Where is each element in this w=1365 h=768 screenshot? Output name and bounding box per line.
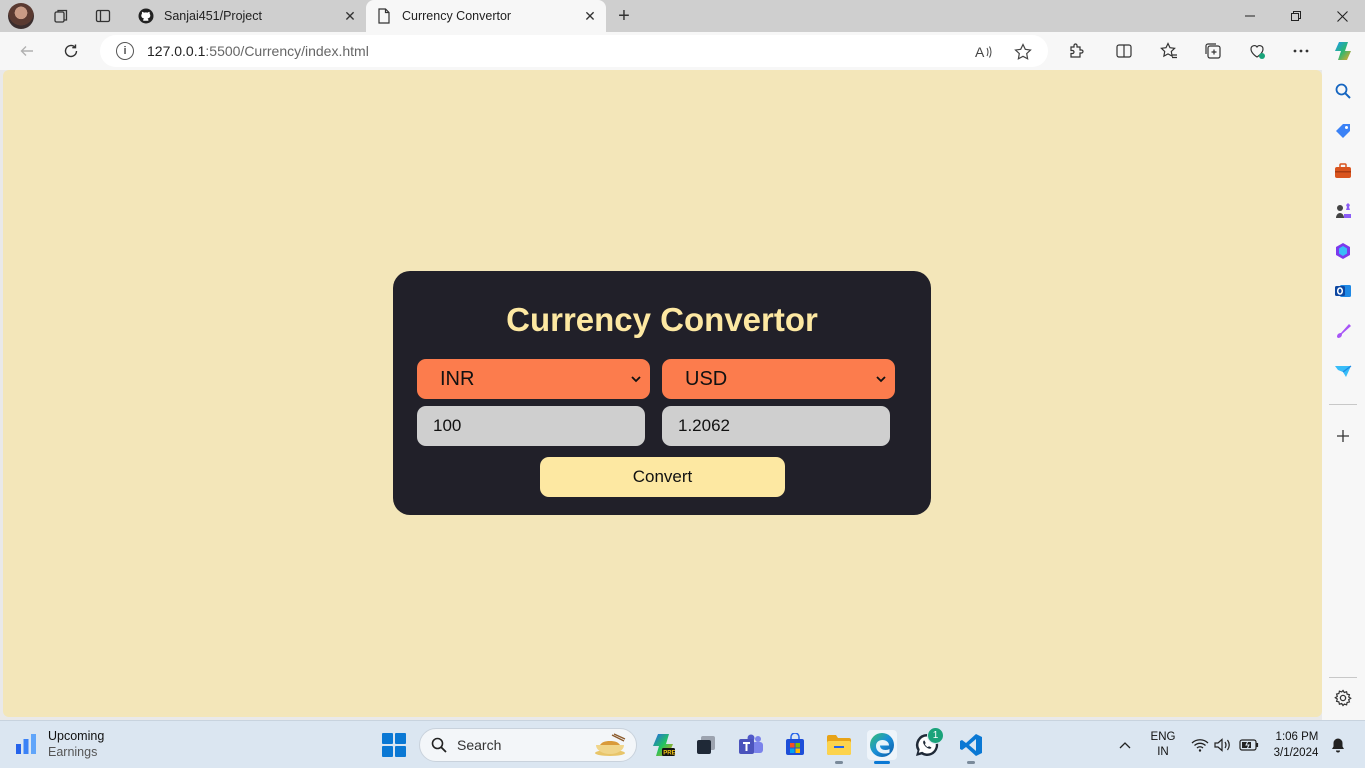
split-screen-icon[interactable]	[1110, 37, 1138, 65]
tab-title: Sanjai451/Project	[164, 9, 262, 23]
edge-app-icon[interactable]	[867, 730, 897, 764]
to-currency-select[interactable]: USD	[662, 359, 895, 399]
volume-icon[interactable]	[1213, 721, 1233, 768]
games-icon[interactable]	[1333, 201, 1353, 221]
tools-briefcase-icon[interactable]	[1333, 161, 1353, 181]
restore-icon[interactable]	[1273, 0, 1319, 32]
chevron-down-icon	[873, 372, 889, 386]
address-bar[interactable]: i 127.0.0.1:5500/Currency/index.html A	[100, 35, 1048, 67]
extensions-icon[interactable]	[1062, 37, 1090, 65]
clock-time: 1:06 PM	[1275, 731, 1319, 743]
notification-bell-icon[interactable]	[1328, 721, 1348, 768]
favorites-icon[interactable]	[1155, 37, 1183, 65]
microsoft-store-app-icon[interactable]	[780, 730, 810, 760]
search-label: Search	[457, 737, 502, 753]
converter-card: Currency Convertor INR USD 100 1.2062 Co…	[393, 271, 931, 515]
vscode-app-icon[interactable]	[956, 730, 986, 764]
tab-github-project[interactable]: Sanjai451/Project ✕	[128, 0, 366, 32]
windows-logo-icon	[382, 733, 393, 744]
sidebar-settings-gear-icon[interactable]	[1333, 688, 1353, 708]
page-icon	[376, 8, 392, 24]
copilot-preview-app-icon[interactable]: PRE	[648, 730, 678, 760]
search-icon[interactable]	[1333, 81, 1353, 101]
microsoft365-icon[interactable]	[1333, 241, 1353, 261]
minimize-icon[interactable]	[1227, 0, 1273, 32]
show-hidden-icons-chevron-up-icon[interactable]	[1114, 721, 1136, 768]
widget-subtitle: Earnings	[48, 745, 98, 759]
convert-button[interactable]: Convert	[540, 457, 785, 497]
active-indicator	[874, 761, 890, 764]
stock-chart-icon	[14, 732, 38, 756]
svg-text:PRE: PRE	[663, 751, 675, 757]
battery-icon[interactable]	[1238, 721, 1260, 768]
drop-send-icon[interactable]	[1333, 361, 1353, 381]
amount-input[interactable]: 100	[417, 406, 645, 446]
refresh-icon[interactable]	[57, 37, 85, 65]
outlook-icon[interactable]	[1333, 281, 1353, 301]
from-currency-select[interactable]: INR	[417, 359, 650, 399]
tab-actions-icon[interactable]	[91, 4, 115, 28]
tab-close-icon[interactable]: ✕	[580, 6, 600, 26]
region-code: IN	[1157, 746, 1169, 758]
close-window-icon[interactable]	[1319, 0, 1365, 32]
from-currency-value: INR	[440, 367, 475, 390]
running-indicator	[967, 761, 975, 764]
svg-text:A: A	[975, 44, 985, 60]
taskbar-search[interactable]: Search	[419, 728, 637, 762]
file-explorer-app-icon[interactable]	[824, 730, 854, 764]
new-tab-icon[interactable]: +	[612, 4, 636, 28]
tab-currency-convertor[interactable]: Currency Convertor ✕	[366, 0, 606, 32]
edge-sidebar	[1322, 70, 1365, 720]
tab-close-icon[interactable]: ✕	[340, 6, 360, 26]
browser-essentials-icon[interactable]	[1243, 37, 1271, 65]
collections-icon[interactable]	[1199, 37, 1227, 65]
sidebar-divider	[1329, 677, 1357, 678]
page-viewport: Currency Convertor INR USD 100 1.2062 Co…	[3, 70, 1322, 717]
browser-toolbar: i 127.0.0.1:5500/Currency/index.html A	[0, 32, 1365, 70]
workspaces-icon[interactable]	[49, 4, 73, 28]
copilot-icon[interactable]	[1329, 37, 1357, 65]
chevron-down-icon	[628, 372, 644, 386]
back-icon[interactable]	[13, 37, 41, 65]
noodle-bowl-icon	[592, 733, 628, 757]
start-button[interactable]	[382, 733, 406, 757]
designer-icon[interactable]	[1333, 321, 1353, 341]
clock-date: 3/1/2024	[1273, 747, 1319, 759]
system-clock[interactable]: 1:06 PM 3/1/2024	[1268, 721, 1324, 768]
favorite-star-icon[interactable]	[1011, 40, 1035, 64]
more-menu-icon[interactable]	[1287, 37, 1315, 65]
task-view-app-icon[interactable]	[691, 730, 721, 760]
notification-badge: 1	[927, 727, 944, 744]
widget-title: Upcoming	[48, 729, 105, 743]
tab-title: Currency Convertor	[402, 9, 512, 23]
teams-app-icon[interactable]	[736, 730, 766, 760]
read-aloud-icon[interactable]: A	[972, 40, 996, 64]
url-text[interactable]: 127.0.0.1:5500/Currency/index.html	[147, 43, 369, 59]
profile-avatar[interactable]	[8, 3, 34, 29]
language-code: ENG	[1150, 731, 1176, 743]
language-indicator[interactable]: ENG IN	[1145, 721, 1181, 768]
widgets-button[interactable]: Upcoming Earnings	[14, 728, 104, 760]
add-sidebar-app-icon[interactable]	[1333, 426, 1353, 446]
sidebar-divider	[1329, 404, 1357, 405]
wifi-icon[interactable]	[1190, 721, 1210, 768]
tab-strip: Sanjai451/Project ✕ Currency Convertor ✕…	[0, 0, 1365, 32]
search-icon	[431, 737, 447, 753]
page-title: Currency Convertor	[506, 301, 818, 338]
windows-taskbar: Upcoming Earnings Search PRE 1 ENG IN 1:…	[0, 720, 1365, 768]
running-indicator	[835, 761, 843, 764]
github-icon	[138, 8, 154, 24]
site-info-icon[interactable]: i	[116, 42, 134, 60]
to-currency-value: USD	[685, 367, 728, 390]
result-input[interactable]: 1.2062	[662, 406, 890, 446]
shopping-tag-icon[interactable]	[1333, 121, 1353, 141]
